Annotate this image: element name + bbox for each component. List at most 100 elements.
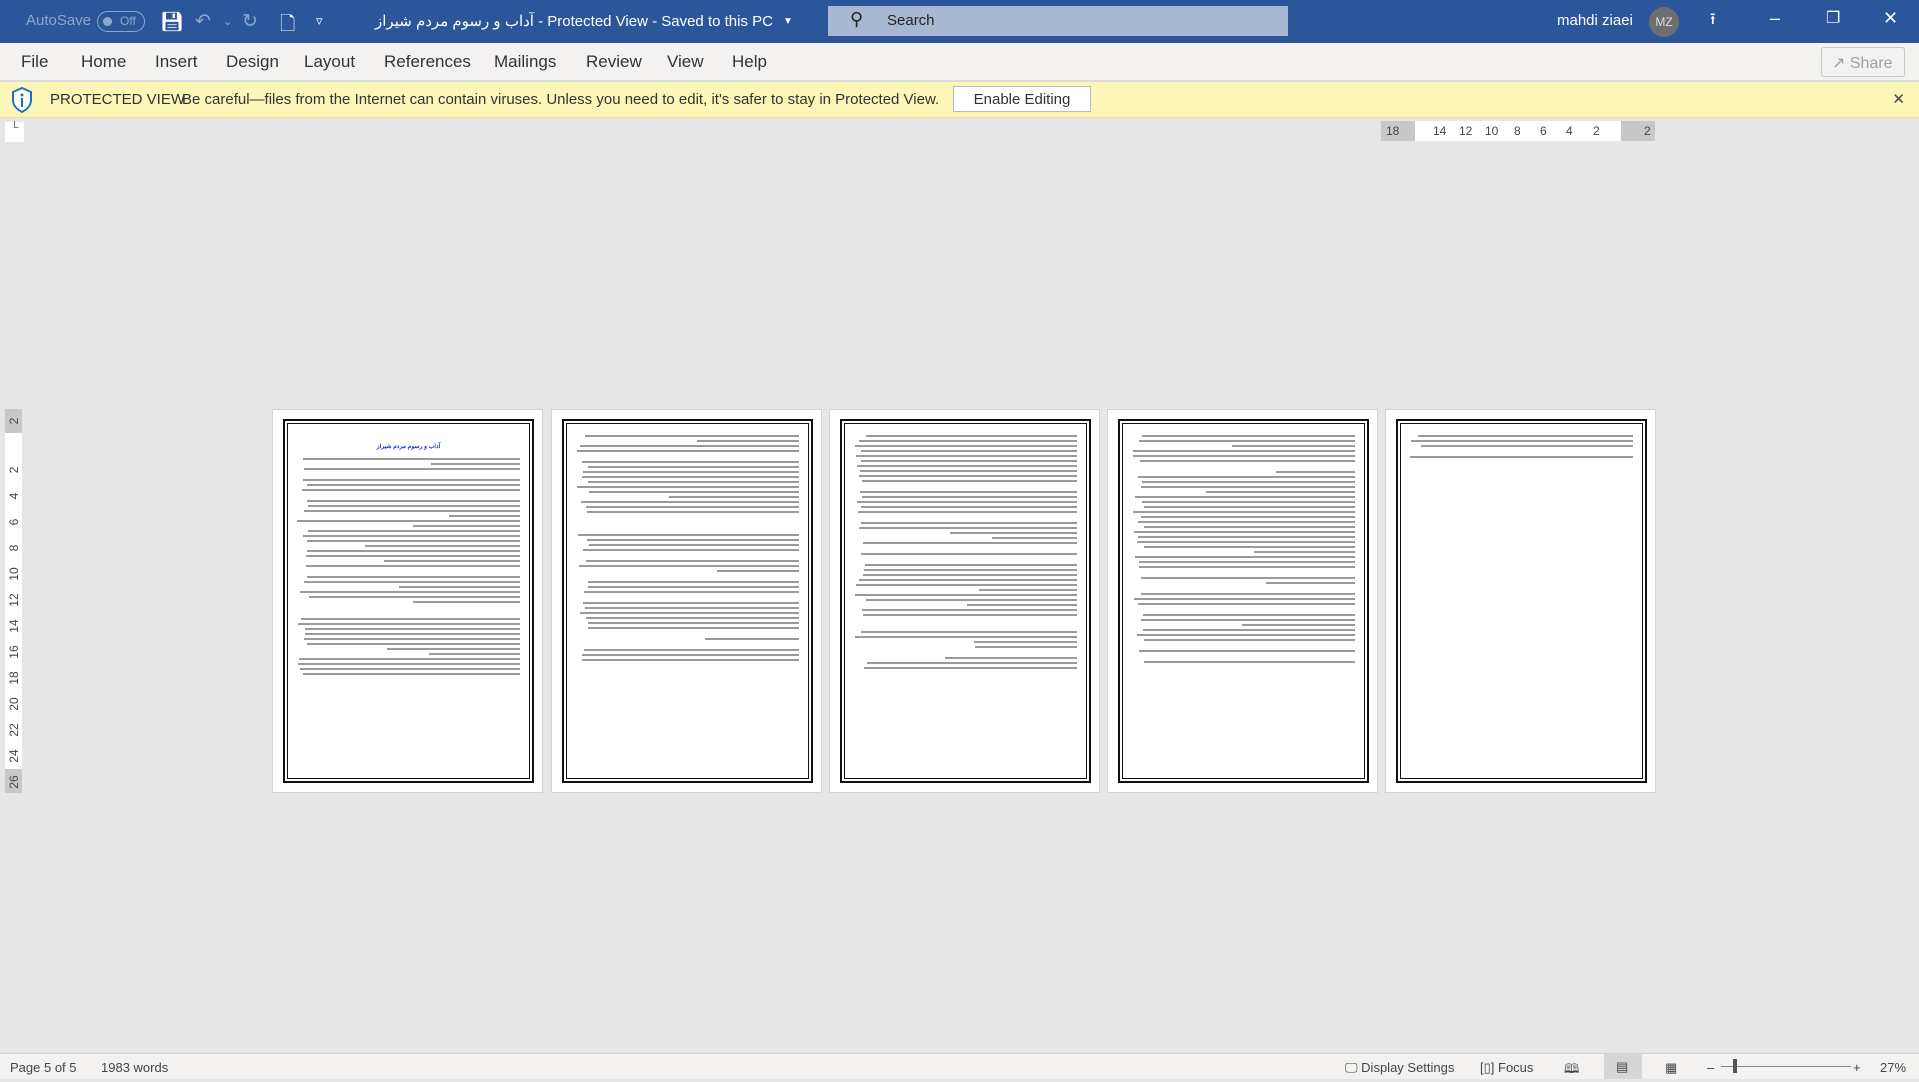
vertical-ruler[interactable]: 2 2 4 6 8 10 12 14 16 18 20 22 24 26 xyxy=(5,409,22,793)
text-line xyxy=(306,484,520,486)
ruler-tick: 14 xyxy=(1433,124,1447,138)
document-page[interactable] xyxy=(829,409,1100,793)
text-line xyxy=(297,623,520,625)
text-line xyxy=(304,628,520,630)
tab-home[interactable]: Home xyxy=(81,52,126,72)
ruler-tick: 26 xyxy=(7,775,21,789)
restore-icon[interactable]: ❐ xyxy=(1826,8,1840,28)
document-page[interactable] xyxy=(1385,409,1656,793)
zoom-in-button[interactable]: + xyxy=(1853,1060,1861,1075)
text-line xyxy=(859,491,1077,493)
share-button[interactable]: ↗ Share xyxy=(1821,47,1905,77)
share-label: Share xyxy=(1849,55,1893,72)
close-icon[interactable]: ✕ xyxy=(1883,8,1898,29)
text-line xyxy=(1139,460,1355,462)
title-dropdown-icon[interactable]: ▼ xyxy=(783,16,793,27)
new-document-icon[interactable]: 🗋 xyxy=(280,10,295,42)
focus-label: Focus xyxy=(1498,1060,1534,1075)
tab-selector[interactable]: └ xyxy=(5,122,24,142)
ruler-tick: 18 xyxy=(1386,124,1400,138)
text-line xyxy=(1143,526,1355,528)
search-placeholder: Search xyxy=(887,12,935,29)
text-line xyxy=(864,564,1077,566)
undo-icon[interactable]: ↶ xyxy=(195,10,211,33)
text-line xyxy=(431,463,520,465)
search-icon: ⚲ xyxy=(850,9,864,29)
text-line xyxy=(1137,541,1355,543)
tab-review[interactable]: Review xyxy=(586,52,642,72)
text-line xyxy=(975,646,1077,648)
focus-icon: [▯] xyxy=(1480,1060,1495,1075)
text-line xyxy=(304,638,520,640)
zoom-out-button[interactable]: – xyxy=(1707,1060,1714,1075)
text-line xyxy=(704,638,799,640)
text-line xyxy=(586,506,799,508)
text-line xyxy=(583,591,799,593)
text-line xyxy=(1141,501,1355,503)
text-line xyxy=(1138,536,1355,538)
text-line xyxy=(861,450,1077,452)
text-line xyxy=(582,654,799,656)
tab-view[interactable]: View xyxy=(667,52,704,72)
tab-references[interactable]: References xyxy=(384,52,471,72)
tab-file[interactable]: File xyxy=(21,52,48,72)
user-name[interactable]: mahdi ziaei xyxy=(1557,12,1633,29)
text-line xyxy=(697,440,799,442)
tab-layout[interactable]: Layout xyxy=(304,52,355,72)
web-layout-icon[interactable]: ▦ xyxy=(1665,1060,1677,1076)
page-border xyxy=(1396,419,1647,783)
text-line xyxy=(1139,650,1355,652)
ruler-tick: 8 xyxy=(1514,124,1521,138)
word-count[interactable]: 1983 words xyxy=(101,1060,168,1075)
text-line xyxy=(302,479,520,481)
text-line xyxy=(1136,634,1355,636)
minimize-icon[interactable]: – xyxy=(1770,8,1780,29)
text-line xyxy=(858,527,1077,529)
tab-insert[interactable]: Insert xyxy=(155,52,198,72)
text-line xyxy=(857,511,1077,513)
ribbon-display-options-icon[interactable]: ⭱ xyxy=(1710,8,1716,35)
document-page[interactable]: آداب و رسوم مردم شیراز xyxy=(272,409,543,793)
tab-design[interactable]: Design xyxy=(226,52,279,72)
page-border xyxy=(840,419,1091,783)
text-line xyxy=(1137,521,1355,523)
document-page[interactable] xyxy=(551,409,822,793)
text-line xyxy=(588,544,799,546)
display-settings-button[interactable]: 🖵︎ Display Settings xyxy=(1345,1060,1454,1076)
autosave-toggle[interactable]: Off xyxy=(97,11,145,32)
text-line xyxy=(1417,435,1633,437)
undo-dropdown-icon[interactable]: ⌄ xyxy=(223,15,232,28)
ruler-tick: 12 xyxy=(1459,124,1473,138)
text-line xyxy=(304,633,520,635)
tab-help[interactable]: Help xyxy=(732,52,767,72)
zoom-slider[interactable] xyxy=(1721,1066,1851,1067)
horizontal-ruler[interactable]: 18 14 12 10 8 6 4 2 2 xyxy=(1381,121,1655,141)
text-line xyxy=(578,534,799,536)
page-indicator[interactable]: Page 5 of 5 xyxy=(10,1060,77,1075)
text-line xyxy=(862,609,1077,611)
text-line xyxy=(300,668,520,670)
focus-button[interactable]: [▯] Focus xyxy=(1480,1060,1533,1076)
page-border xyxy=(1118,419,1369,783)
page-border xyxy=(562,419,813,783)
close-bar-icon[interactable]: ✕ xyxy=(1892,90,1905,108)
document-title[interactable]: آداب و رسوم مردم شیراز - Protected View … xyxy=(375,12,773,30)
text-line xyxy=(1142,435,1355,437)
text-line xyxy=(308,596,520,598)
title-bar: AutoSave Off 💾︎ ↶ ⌄ ↻ 🗋 ▿ آداب و رسوم مر… xyxy=(0,0,1919,43)
redo-icon[interactable]: ↻ xyxy=(242,10,258,33)
zoom-level[interactable]: 27% xyxy=(1880,1060,1906,1075)
search-box[interactable]: ⚲ Search xyxy=(828,6,1288,36)
tab-mailings[interactable]: Mailings xyxy=(494,52,556,72)
document-page[interactable] xyxy=(1107,409,1378,793)
zoom-slider-thumb[interactable] xyxy=(1733,1059,1737,1073)
print-layout-icon[interactable]: ▤ xyxy=(1604,1054,1642,1079)
text-line xyxy=(580,501,799,503)
customize-toolbar-icon[interactable]: ▿ xyxy=(316,13,323,29)
text-line xyxy=(412,601,520,603)
text-line xyxy=(579,612,799,614)
save-icon[interactable]: 💾︎ xyxy=(160,10,184,34)
text-line xyxy=(860,460,1077,462)
avatar[interactable]: MZ xyxy=(1649,7,1679,37)
enable-editing-button[interactable]: Enable Editing xyxy=(953,86,1091,112)
